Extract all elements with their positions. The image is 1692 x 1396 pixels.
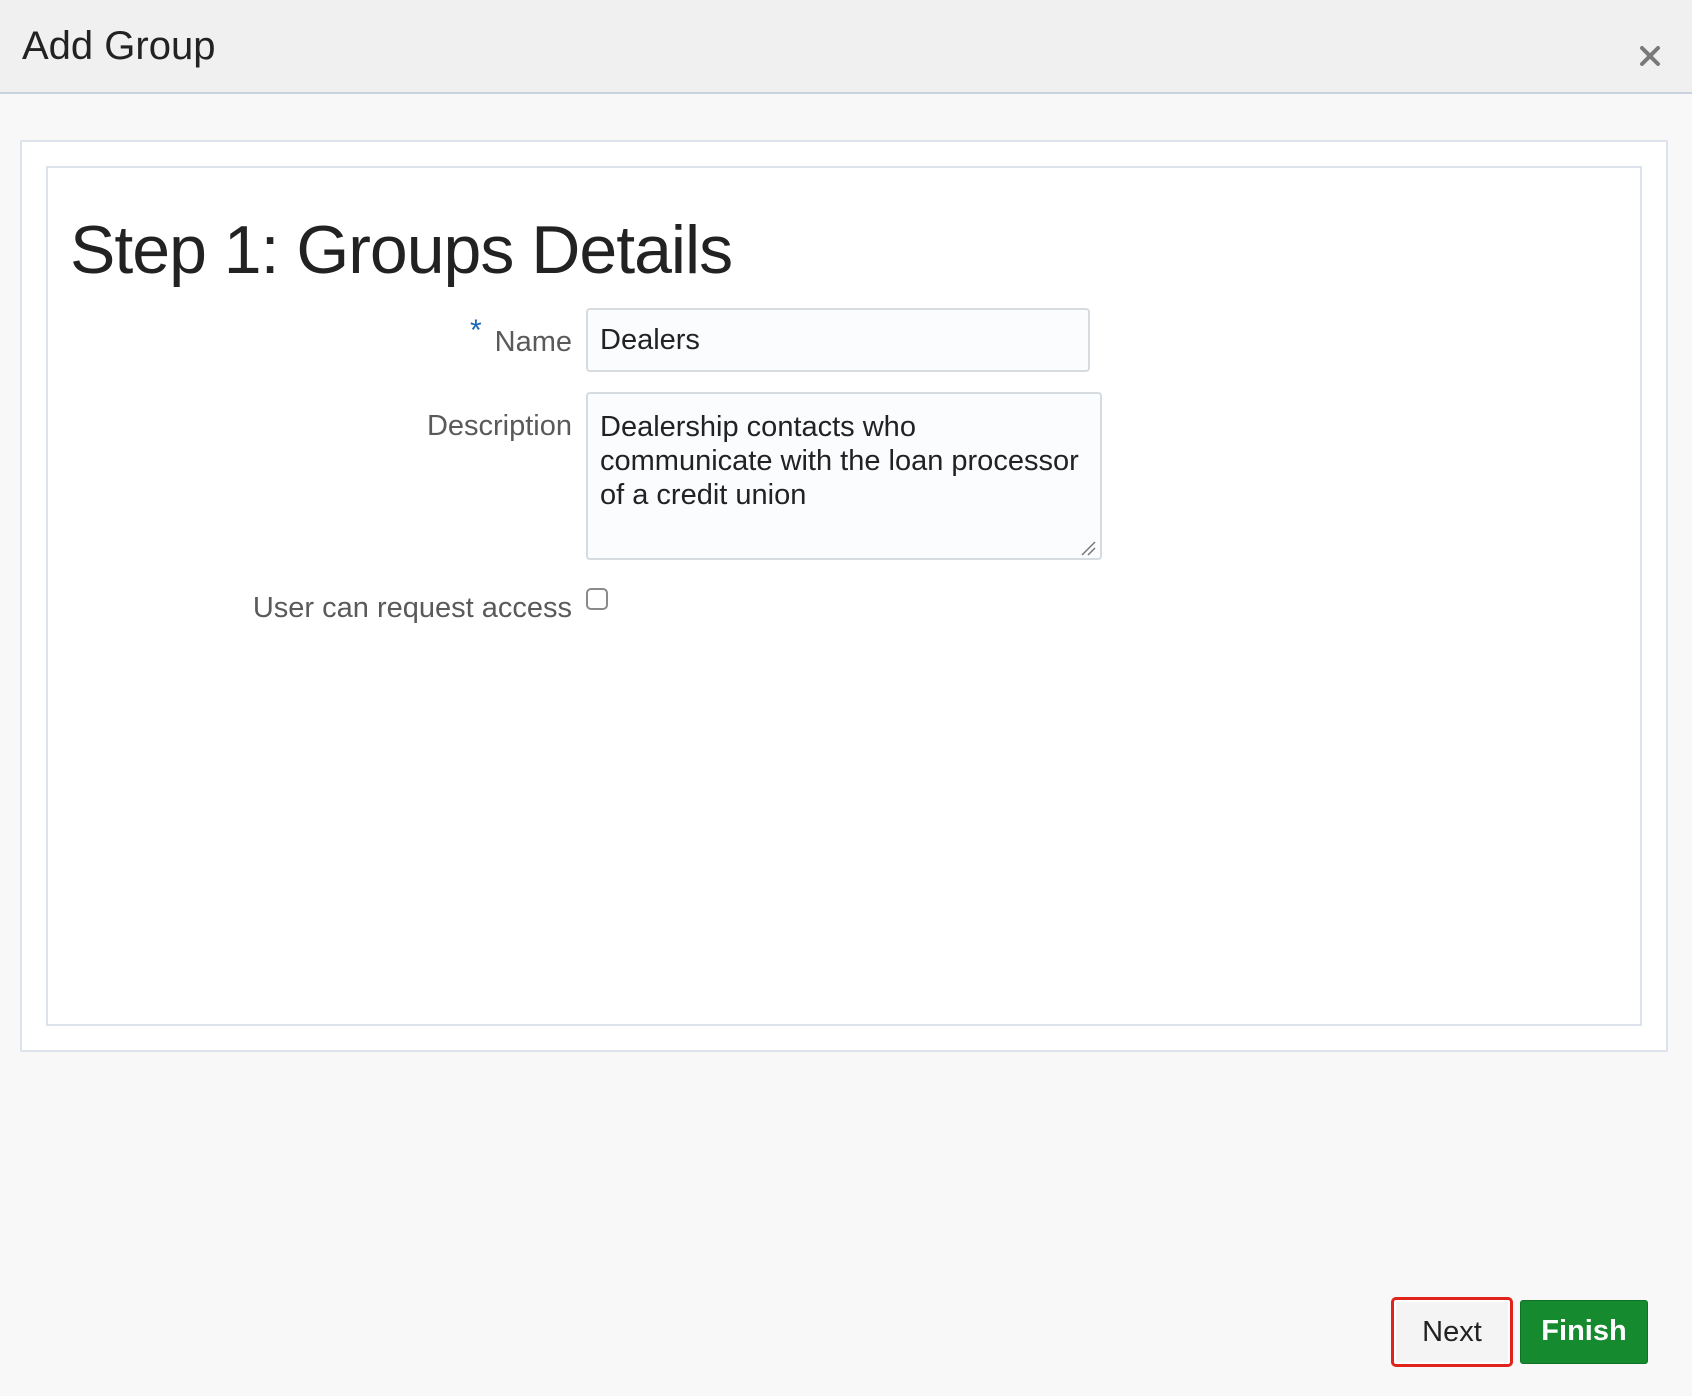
- finish-button[interactable]: Finish: [1520, 1300, 1648, 1364]
- name-label: Name: [494, 326, 572, 358]
- name-input[interactable]: [586, 308, 1090, 372]
- required-indicator: *: [470, 314, 482, 347]
- dialog-header: Add Group: [0, 0, 1692, 94]
- request-access-label: User can request access: [252, 592, 572, 624]
- close-icon: [1640, 46, 1660, 66]
- next-button[interactable]: Next: [1391, 1297, 1513, 1367]
- resize-grip-icon[interactable]: [1080, 540, 1096, 556]
- dialog-title: Add Group: [22, 24, 216, 68]
- close-button[interactable]: [1630, 36, 1670, 76]
- description-label: Description: [426, 410, 572, 442]
- description-textarea[interactable]: Dealership contacts who communicate with…: [586, 392, 1102, 560]
- step-title: Step 1: Groups Details: [70, 212, 733, 288]
- request-access-checkbox[interactable]: [586, 588, 608, 610]
